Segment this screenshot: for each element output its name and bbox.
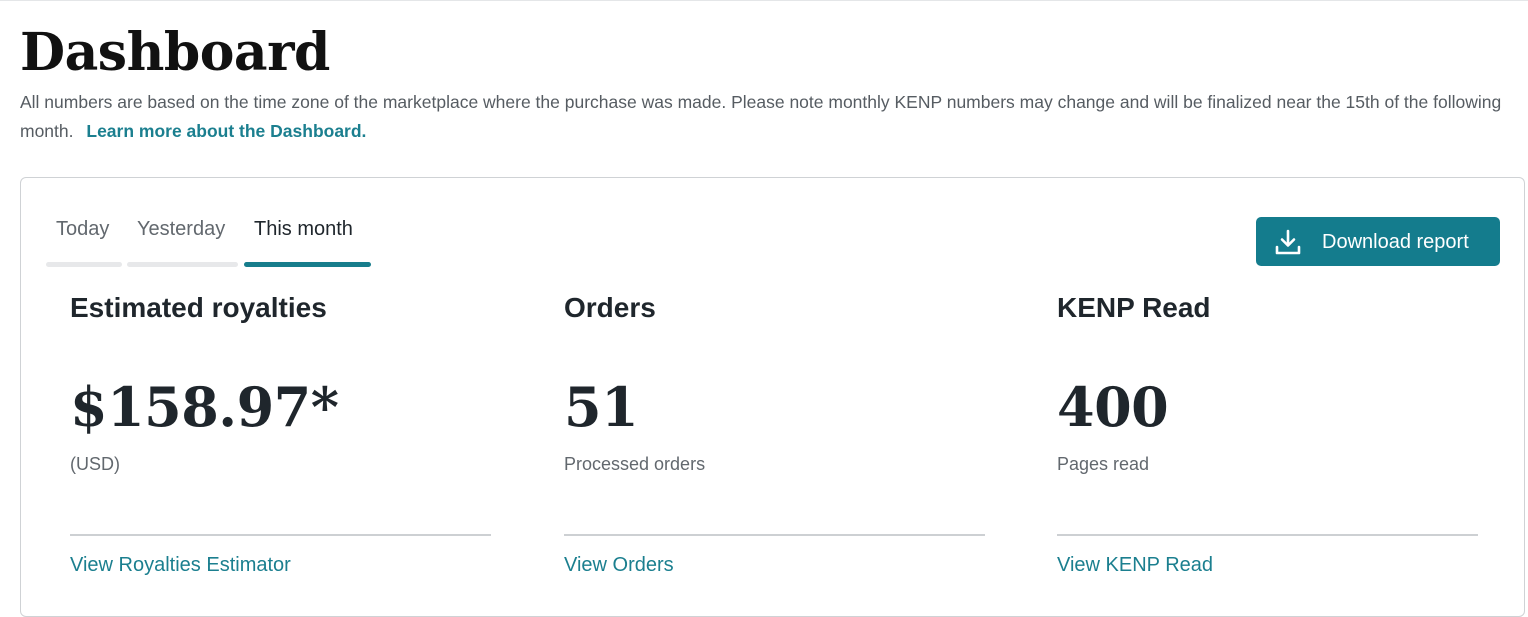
metric-title: Orders — [564, 292, 656, 323]
learn-more-link[interactable]: Learn more about the Dashboard. — [86, 121, 366, 141]
tab-yesterday[interactable]: Yesterday — [127, 214, 238, 267]
metric-kenp-read: KENP Read 400 Pages read View KENP Read — [1057, 288, 1478, 588]
tab-label: This month — [254, 218, 353, 240]
metric-estimated-royalties: Estimated royalties $158.97* (USD) View … — [70, 288, 491, 588]
view-royalties-estimator-link[interactable]: View Royalties Estimator — [70, 550, 291, 580]
tab-today[interactable]: Today — [46, 214, 122, 267]
metric-divider — [564, 534, 985, 536]
metric-subtitle: (USD) — [70, 454, 120, 474]
metric-divider — [1057, 534, 1478, 536]
tab-label: Yesterday — [137, 218, 226, 240]
top-divider — [0, 0, 1528, 1]
metric-value: 400 — [1057, 375, 1169, 439]
metric-title: KENP Read — [1057, 292, 1211, 323]
dashboard-card: Today Yesterday This month Download repo… — [20, 177, 1525, 617]
tab-underline — [127, 262, 238, 267]
metric-divider — [70, 534, 491, 536]
metric-value: 51 — [564, 375, 639, 439]
download-icon — [1275, 229, 1301, 255]
metric-subtitle: Pages read — [1057, 454, 1150, 474]
view-kenp-read-link[interactable]: View KENP Read — [1057, 550, 1213, 580]
metric-subtitle: Processed orders — [564, 454, 706, 474]
tab-this-month[interactable]: This month — [244, 214, 371, 267]
page-title: Dashboard — [20, 22, 330, 83]
metric-orders: Orders 51 Processed orders View Orders — [564, 288, 985, 588]
tab-underline-active — [244, 262, 371, 267]
view-orders-link[interactable]: View Orders — [564, 550, 674, 580]
page-intro: All numbers are based on the time zone o… — [20, 88, 1525, 146]
metric-title: Estimated royalties — [70, 292, 327, 323]
tab-underline — [46, 262, 122, 267]
tab-label: Today — [56, 218, 110, 240]
download-report-button[interactable]: Download report — [1256, 217, 1500, 266]
download-label: Download report — [1322, 231, 1469, 253]
metric-value: $158.97* — [70, 375, 339, 439]
